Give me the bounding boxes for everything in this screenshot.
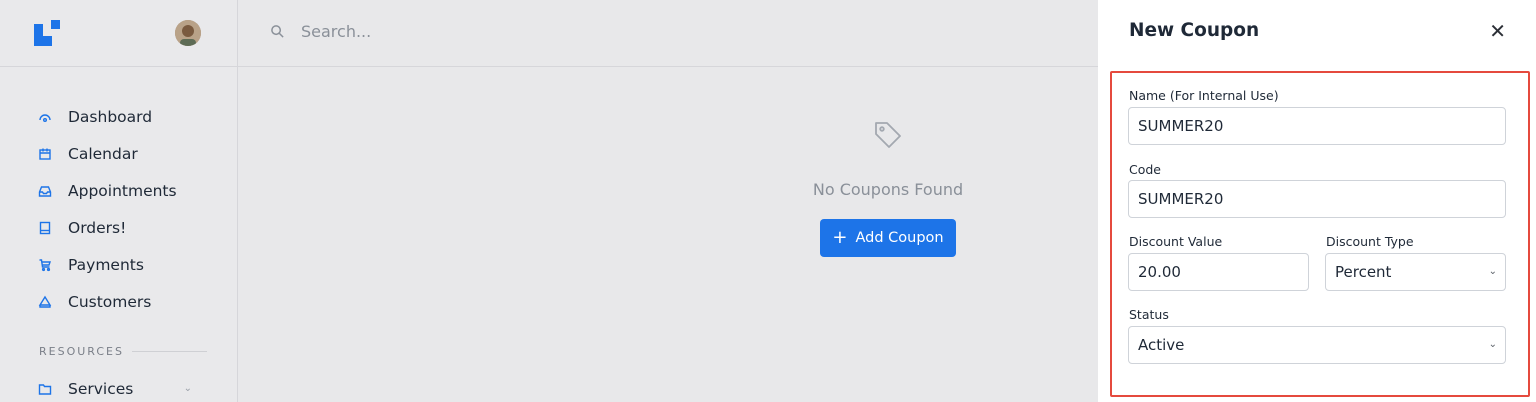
- sidebar-item-appointments[interactable]: Appointments: [0, 172, 238, 209]
- sidebar-header: [0, 0, 237, 67]
- sidebar-item-label: Calendar: [68, 144, 138, 163]
- discount-type-label: Discount Type: [1326, 234, 1414, 249]
- app-logo[interactable]: [34, 20, 60, 46]
- sidebar-nav: Dashboard Calendar Appointments Orders! …: [0, 98, 238, 320]
- status-value: Active: [1138, 336, 1185, 354]
- add-coupon-button[interactable]: + Add Coupon: [820, 219, 956, 257]
- discount-value-label: Discount Value: [1129, 234, 1223, 249]
- discount-type-select[interactable]: Percent ⌄: [1325, 253, 1506, 291]
- sidebar-item-services[interactable]: Services ⌄: [0, 370, 238, 402]
- inbox-icon: [38, 184, 52, 198]
- close-icon[interactable]: ✕: [1489, 21, 1506, 41]
- code-field-label: Code: [1129, 162, 1162, 177]
- sidebar-item-label: Customers: [68, 292, 152, 311]
- status-label: Status: [1129, 307, 1169, 322]
- avatar[interactable]: [175, 20, 201, 46]
- status-select[interactable]: Active ⌄: [1128, 326, 1506, 364]
- user-icon: [38, 295, 52, 309]
- top-bar: Search...: [238, 0, 1098, 67]
- resources-section-label: RESOURCES: [39, 345, 207, 358]
- search-bar[interactable]: Search...: [270, 22, 371, 41]
- new-coupon-panel: New Coupon ✕ Name (For Internal Use) SUM…: [1098, 0, 1536, 402]
- discount-value-field[interactable]: 20.00: [1128, 253, 1309, 291]
- gauge-icon: [38, 110, 52, 124]
- sidebar-item-calendar[interactable]: Calendar: [0, 135, 238, 172]
- empty-state-message: No Coupons Found: [812, 180, 964, 199]
- tablet-icon: [38, 221, 52, 235]
- sidebar-item-label: Appointments: [68, 181, 177, 200]
- chevron-down-icon[interactable]: ⌄: [184, 383, 192, 394]
- sidebar-item-customers[interactable]: Customers: [0, 283, 238, 320]
- plus-icon: +: [832, 227, 848, 248]
- folder-icon: [38, 382, 52, 396]
- sidebar-item-orders[interactable]: Orders!: [0, 209, 238, 246]
- sidebar: Dashboard Calendar Appointments Orders! …: [0, 0, 238, 402]
- sidebar-item-dashboard[interactable]: Dashboard: [0, 98, 238, 135]
- tag-icon: [875, 122, 901, 148]
- panel-title: New Coupon: [1129, 20, 1260, 41]
- add-coupon-label: Add Coupon: [855, 230, 944, 246]
- sidebar-item-label: Orders!: [68, 218, 127, 237]
- cart-icon: [38, 258, 52, 272]
- chevron-down-icon: ⌄: [1488, 266, 1497, 277]
- search-icon: [271, 25, 284, 38]
- discount-type-value: Percent: [1335, 263, 1392, 281]
- calendar-icon: [38, 147, 52, 161]
- search-input[interactable]: Search...: [301, 22, 371, 41]
- name-field[interactable]: SUMMER20: [1128, 107, 1506, 145]
- sidebar-item-services-row[interactable]: Services: [0, 370, 238, 402]
- code-field[interactable]: SUMMER20: [1128, 180, 1506, 218]
- sidebar-item-label: Dashboard: [68, 107, 153, 126]
- sidebar-item-payments[interactable]: Payments: [0, 246, 238, 283]
- section-divider: [132, 351, 207, 352]
- chevron-down-icon: ⌄: [1488, 339, 1497, 350]
- empty-state: No Coupons Found: [788, 118, 988, 199]
- name-field-label: Name (For Internal Use): [1129, 88, 1279, 103]
- sidebar-item-label: Payments: [68, 255, 144, 274]
- sidebar-item-label: Services: [68, 379, 134, 398]
